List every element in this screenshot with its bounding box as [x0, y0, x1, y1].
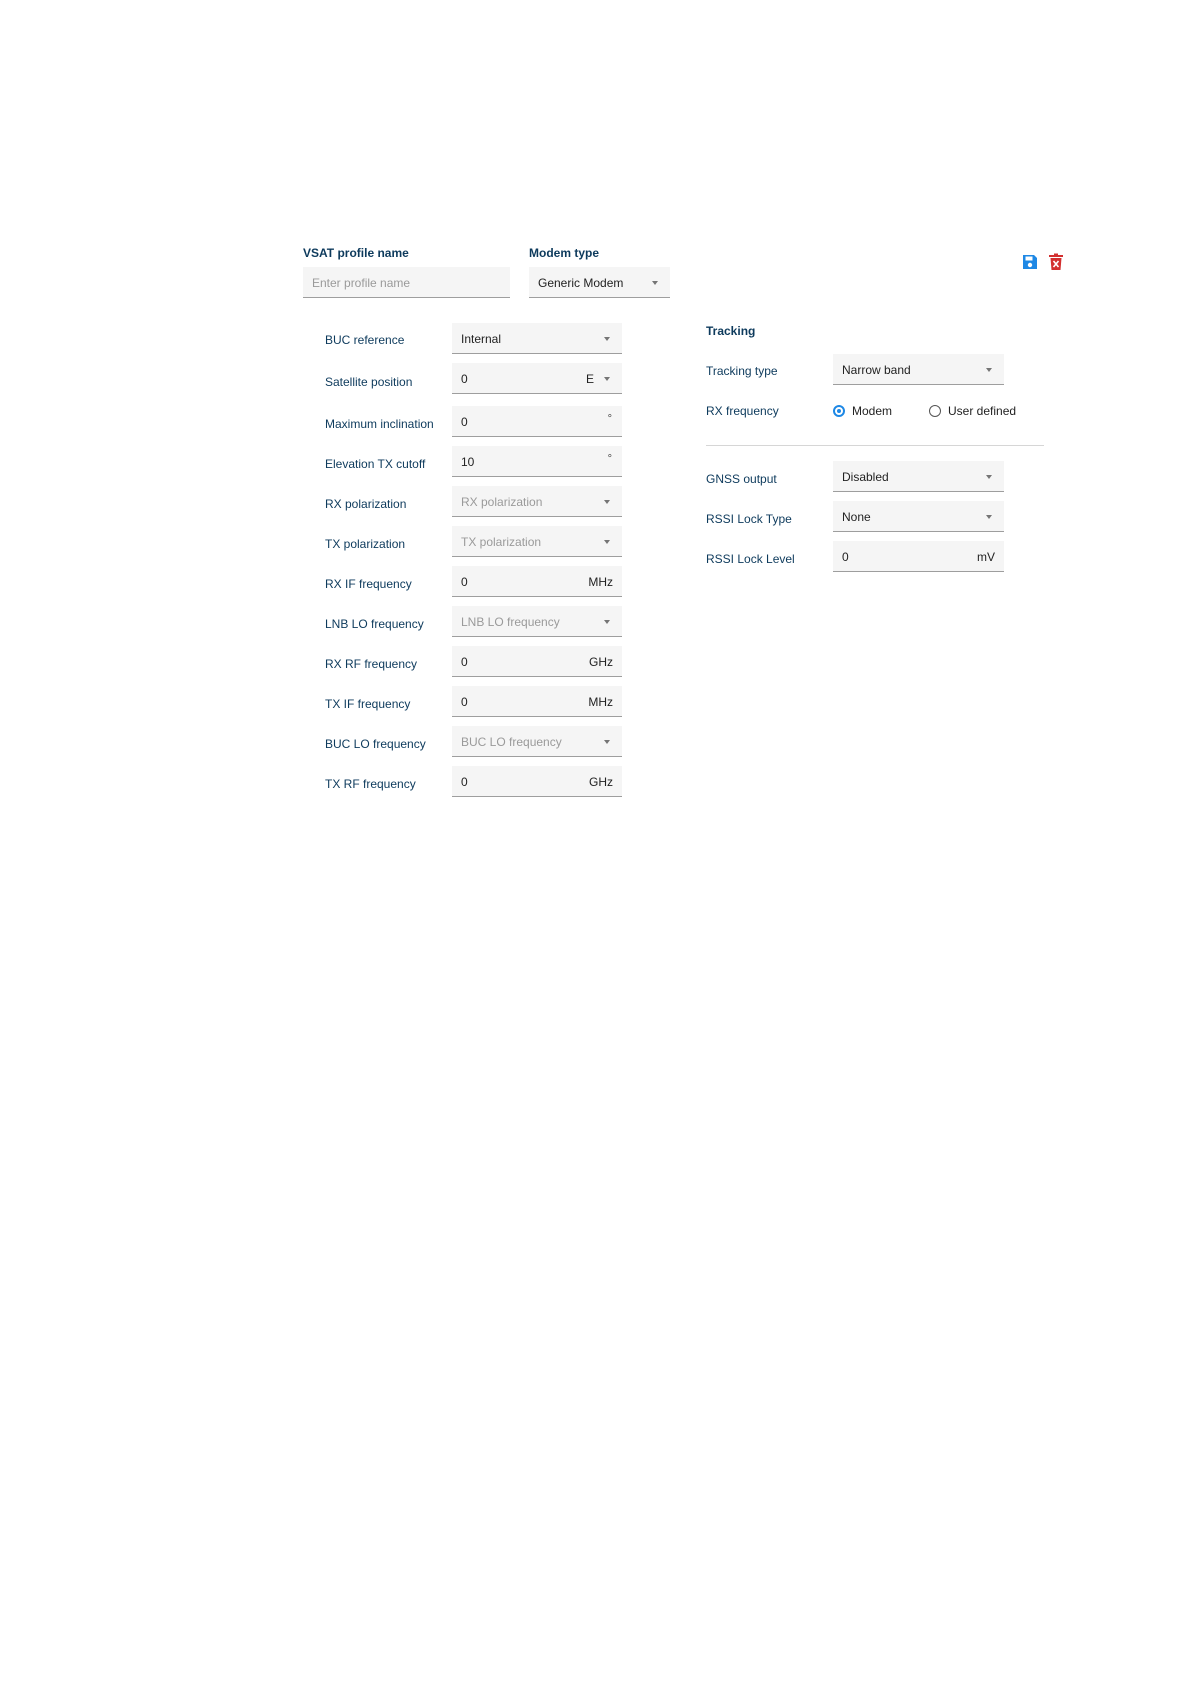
rssi-lock-level-unit: mV	[977, 550, 995, 564]
chevron-down-icon	[986, 368, 992, 372]
rx-if-frequency-unit: MHz	[588, 575, 613, 589]
rssi-lock-level-field[interactable]: 0 mV	[833, 541, 1004, 572]
radio-user-defined-label: User defined	[948, 404, 1017, 418]
maximum-inclination-label: Maximum inclination	[325, 417, 434, 431]
tracking-type-value: Narrow band	[842, 363, 911, 377]
elevation-tx-cutoff-field[interactable]: 10 °	[452, 446, 622, 477]
tx-rf-frequency-value: 0	[461, 775, 468, 789]
profile-name-placeholder: Enter profile name	[312, 276, 411, 290]
rssi-lock-type-label: RSSI Lock Type	[706, 512, 792, 526]
rx-if-frequency-value: 0	[461, 575, 468, 589]
chevron-down-icon	[604, 500, 610, 504]
rssi-lock-type-value: None	[842, 510, 871, 524]
tx-rf-frequency-field[interactable]: 0 GHz	[452, 766, 622, 797]
modem-type-label: Modem type	[529, 246, 600, 260]
tx-rf-frequency-unit: GHz	[589, 775, 613, 789]
radio-modem[interactable]	[833, 405, 845, 417]
tracking-title: Tracking	[706, 324, 756, 338]
rx-rf-frequency-unit: GHz	[589, 655, 613, 669]
tx-polarization-select[interactable]: TX polarization	[452, 526, 622, 557]
rssi-lock-type-select[interactable]: None	[833, 501, 1004, 532]
elevation-tx-cutoff-unit: °	[607, 453, 612, 465]
rx-polarization-select[interactable]: RX polarization	[452, 486, 622, 517]
rx-if-frequency-label: RX IF frequency	[325, 577, 412, 591]
buc-reference-select[interactable]: Internal	[452, 323, 622, 354]
lnb-lo-frequency-select[interactable]: LNB LO frequency	[452, 606, 622, 637]
tracking-type-label: Tracking type	[706, 364, 778, 378]
chevron-down-icon	[604, 377, 610, 381]
maximum-inclination-unit: °	[607, 413, 612, 425]
chevron-down-icon	[604, 740, 610, 744]
buc-lo-frequency-placeholder: BUC LO frequency	[461, 735, 562, 749]
tx-if-frequency-field[interactable]: 0 MHz	[452, 686, 622, 717]
gnss-output-value: Disabled	[842, 470, 889, 484]
lnb-lo-frequency-placeholder: LNB LO frequency	[461, 615, 560, 629]
satellite-position-value: 0	[461, 372, 468, 386]
lnb-lo-frequency-label: LNB LO frequency	[325, 617, 424, 631]
chevron-down-icon	[986, 475, 992, 479]
rx-polarization-label: RX polarization	[325, 497, 407, 511]
profile-name-input[interactable]: Enter profile name	[303, 267, 510, 298]
chevron-down-icon	[604, 540, 610, 544]
delete-icon[interactable]	[1048, 253, 1064, 271]
buc-lo-frequency-label: BUC LO frequency	[325, 737, 426, 751]
satellite-position-field[interactable]: 0 E	[452, 363, 622, 394]
tx-rf-frequency-label: TX RF frequency	[325, 777, 416, 791]
elevation-tx-cutoff-label: Elevation TX cutoff	[325, 457, 426, 471]
modem-type-value: Generic Modem	[538, 276, 624, 290]
rx-rf-frequency-field[interactable]: 0 GHz	[452, 646, 622, 677]
radio-modem-label: Modem	[852, 404, 893, 418]
satellite-position-unit: E	[585, 372, 594, 386]
chevron-down-icon	[986, 515, 992, 519]
modem-type-select[interactable]: Generic Modem	[529, 267, 670, 298]
maximum-inclination-field[interactable]: 0 °	[452, 406, 622, 437]
chevron-down-icon	[604, 620, 610, 624]
satellite-position-label: Satellite position	[325, 375, 413, 389]
rx-rf-frequency-label: RX RF frequency	[325, 657, 418, 671]
radio-user-defined[interactable]	[929, 405, 941, 417]
buc-reference-label: BUC reference	[325, 333, 405, 347]
profile-name-label: VSAT profile name	[303, 246, 409, 260]
maximum-inclination-value: 0	[461, 415, 468, 429]
buc-reference-value: Internal	[461, 332, 502, 346]
rx-rf-frequency-value: 0	[461, 655, 468, 669]
rssi-lock-level-label: RSSI Lock Level	[706, 552, 795, 566]
chevron-down-icon	[604, 337, 610, 341]
rx-polarization-placeholder: RX polarization	[461, 495, 543, 509]
tx-polarization-placeholder: TX polarization	[461, 535, 542, 549]
section-divider	[706, 445, 1044, 446]
chevron-down-icon	[652, 281, 658, 285]
rssi-lock-level-value: 0	[842, 550, 849, 564]
buc-lo-frequency-select[interactable]: BUC LO frequency	[452, 726, 622, 757]
rx-if-frequency-field[interactable]: 0 MHz	[452, 566, 622, 597]
tx-if-frequency-value: 0	[461, 695, 468, 709]
save-icon[interactable]	[1021, 253, 1039, 271]
tx-if-frequency-unit: MHz	[588, 695, 613, 709]
gnss-output-select[interactable]: Disabled	[833, 461, 1004, 492]
gnss-output-label: GNSS output	[706, 472, 777, 486]
tx-polarization-label: TX polarization	[325, 537, 406, 551]
elevation-tx-cutoff-value: 10	[461, 455, 475, 469]
tx-if-frequency-label: TX IF frequency	[325, 697, 411, 711]
tracking-type-select[interactable]: Narrow band	[833, 354, 1004, 385]
rx-frequency-label: RX frequency	[706, 404, 779, 418]
